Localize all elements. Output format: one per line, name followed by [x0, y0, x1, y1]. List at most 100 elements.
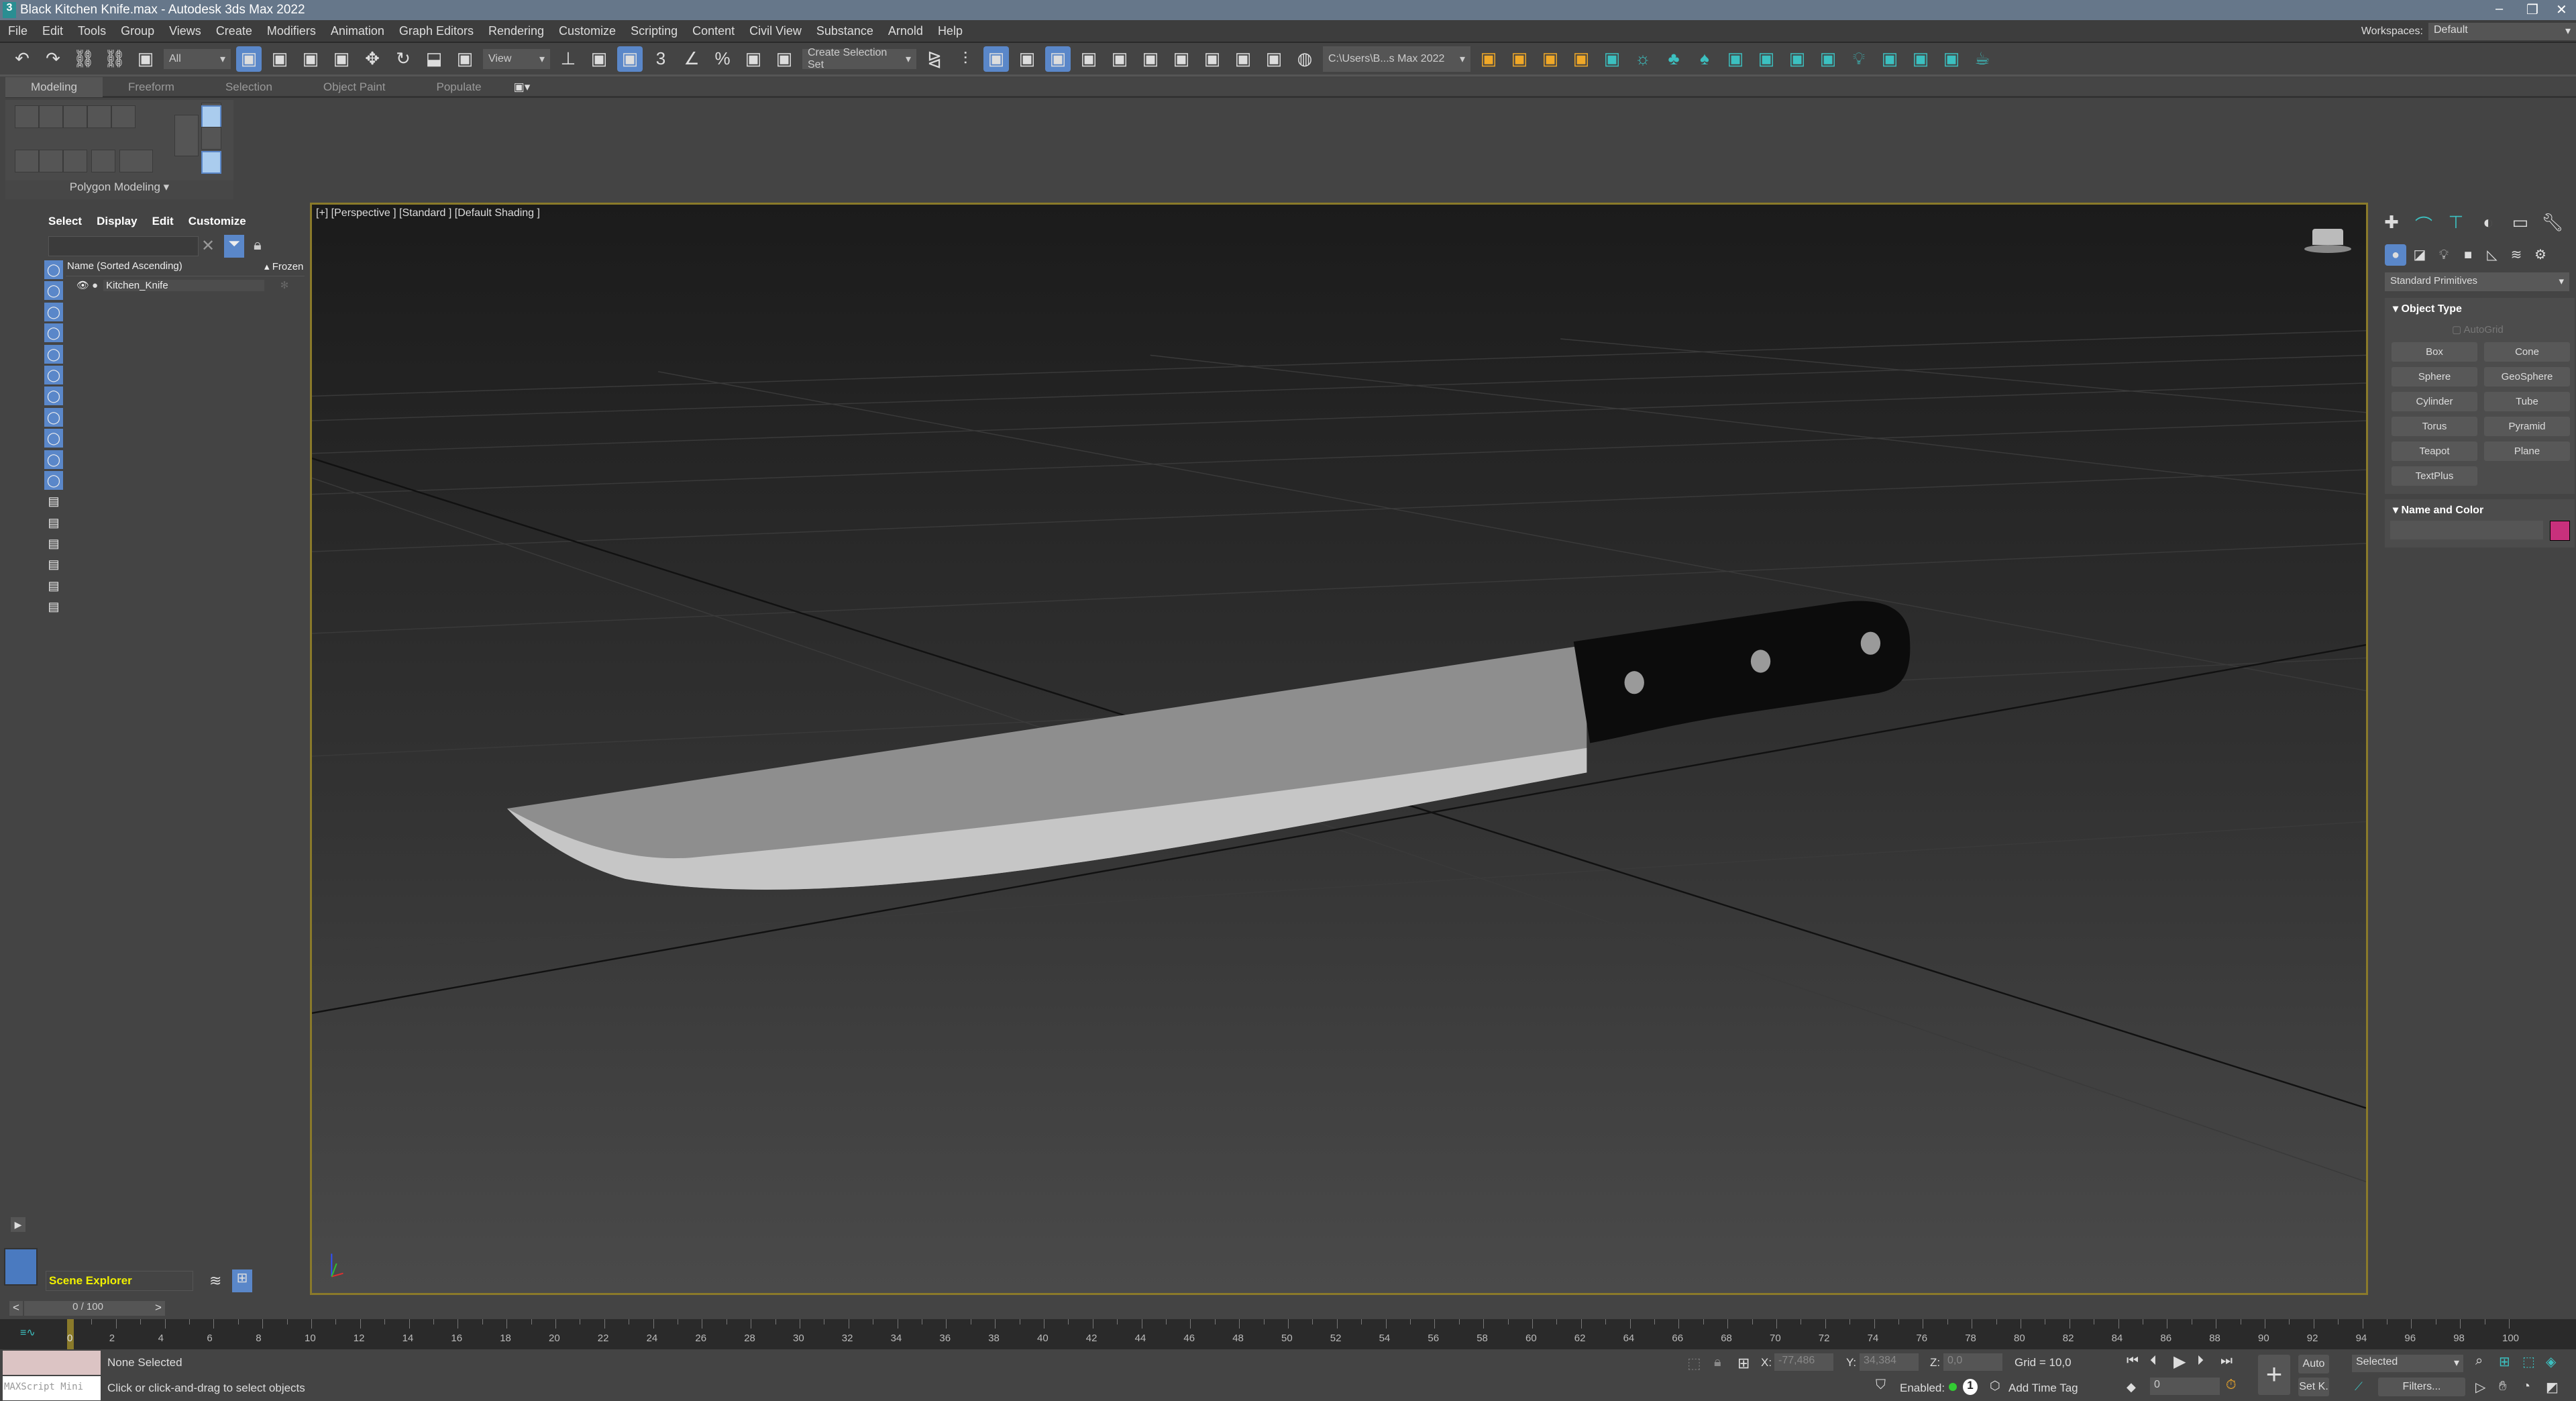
named-selection-dropdown[interactable]: Create Selection Set ▾ — [802, 47, 916, 70]
key-filters-button[interactable]: Filters... — [2378, 1378, 2465, 1396]
select-by-name-icon[interactable]: ▣ — [267, 46, 292, 72]
lights-icon[interactable]: 💡︎ — [2433, 244, 2455, 266]
create-sphere-button[interactable]: Sphere — [2392, 367, 2477, 386]
ribbon-tab-selection[interactable]: Selection — [200, 77, 298, 97]
menu-graph-editors[interactable]: Graph Editors — [399, 24, 474, 38]
pan-icon[interactable]: ✋︎ — [2499, 1379, 2506, 1394]
redo-icon[interactable]: ↷ — [40, 46, 66, 72]
display-all-icon[interactable]: ▤ — [44, 513, 63, 532]
placement-icon[interactable]: ▣ — [452, 46, 478, 72]
safe-frame-icon[interactable]: ▣ — [1908, 46, 1933, 72]
render-view-icon[interactable]: ▣ — [1723, 46, 1748, 72]
menu-content[interactable]: Content — [692, 24, 735, 38]
auto-key-button[interactable]: Auto — [2298, 1355, 2329, 1373]
rotate-icon[interactable]: ↻ — [390, 46, 416, 72]
unlink-icon[interactable]: ⛓ — [102, 46, 127, 72]
explorer-menu-customize[interactable]: Customize — [189, 215, 246, 228]
camera-icon[interactable]: ◯ — [44, 323, 63, 343]
link-icon[interactable]: ⛓ — [71, 46, 97, 72]
ribbon-tool-button[interactable] — [119, 150, 153, 172]
open-project-icon[interactable]: ▣ — [1507, 46, 1532, 72]
create-box-button[interactable]: Box — [2392, 342, 2477, 362]
menu-file[interactable]: File — [8, 24, 28, 38]
isolate-selection-icon[interactable]: ⬚ — [1687, 1355, 1701, 1372]
light-icon[interactable]: ◯ — [44, 302, 63, 321]
lock-icon[interactable]: 🔒︎ — [254, 236, 262, 254]
menu-create[interactable]: Create — [216, 24, 252, 38]
prev-key-icon[interactable]: ⏴ — [2150, 1353, 2157, 1369]
menu-modifiers[interactable]: Modifiers — [267, 24, 316, 38]
perspective-viewport[interactable]: [+] [Perspective ] [Standard ] [Default … — [310, 203, 2368, 1295]
sun-icon[interactable]: ☼ — [1630, 46, 1656, 72]
eye-icon[interactable]: 👁︎ — [76, 279, 89, 291]
ribbon-tab-object-paint[interactable]: Object Paint — [298, 77, 411, 97]
xref-icon[interactable]: ◯ — [44, 407, 63, 427]
viewport-label[interactable]: [+] [Perspective ] [Standard ] [Default … — [316, 207, 540, 219]
rollout-title[interactable]: ▾ Name and Color — [2393, 503, 2483, 517]
zoom-icon[interactable]: ⌕ — [2475, 1353, 2483, 1369]
pivot-icon[interactable]: ⊥ — [555, 46, 581, 72]
x-coordinate-field[interactable]: -77,486 — [1774, 1353, 1833, 1371]
ribbon-tool-button[interactable] — [63, 105, 87, 128]
create-teapot-button[interactable]: Teapot — [2392, 442, 2477, 461]
create-textplus-button[interactable]: TextPlus — [2392, 466, 2477, 486]
menu-group[interactable]: Group — [121, 24, 154, 38]
zoom-extents-icon[interactable]: ⬚ — [2522, 1353, 2535, 1370]
filter-icon[interactable]: ▤ — [44, 576, 63, 595]
container-icon[interactable]: ◯ — [44, 450, 63, 469]
ribbon-tool-button[interactable] — [111, 105, 136, 128]
create-icon[interactable]: ✚ — [2379, 212, 2404, 235]
menu-animation[interactable]: Animation — [331, 24, 384, 38]
time-slider-thumb[interactable]: 0 / 100 — [24, 1301, 152, 1316]
maxscript-mini-listener[interactable]: MAXScript Mini — [3, 1376, 101, 1400]
zoom-all-icon[interactable]: ⊞ — [2499, 1353, 2510, 1370]
window-crossing-icon[interactable]: ▣ — [329, 46, 354, 72]
next-key-icon[interactable]: ⏵ — [2197, 1353, 2204, 1369]
create-cone-button[interactable]: Cone — [2484, 342, 2570, 362]
geometry-icon[interactable]: ◯ — [44, 260, 63, 279]
explorer-menu-edit[interactable]: Edit — [152, 215, 174, 228]
menu-help[interactable]: Help — [938, 24, 963, 38]
expand-icon[interactable]: ▶ — [11, 1217, 25, 1232]
add-time-tag[interactable]: Add Time Tag — [2008, 1382, 2078, 1395]
undo-icon[interactable]: ↶ — [9, 46, 35, 72]
z-coordinate-field[interactable]: 0,0 — [1943, 1353, 2002, 1371]
menu-edit[interactable]: Edit — [42, 24, 63, 38]
modify-icon[interactable]: ⌒ — [2412, 212, 2436, 236]
restore-icon[interactable]: ❐ — [2526, 1, 2538, 18]
utilities-icon[interactable]: 🔧︎ — [2540, 212, 2565, 235]
field-of-view-icon[interactable]: ▷ — [2475, 1379, 2485, 1396]
menu-substance[interactable]: Substance — [816, 24, 873, 38]
reference-coord-dropdown[interactable]: View ▾ — [483, 48, 550, 69]
percent-snap-icon[interactable]: % — [710, 46, 735, 72]
ribbon-tool-button[interactable] — [63, 150, 87, 172]
systems-icon[interactable]: ⚙ — [2530, 244, 2551, 266]
menu-customize[interactable]: Customize — [559, 24, 616, 38]
create-geosphere-button[interactable]: GeoSphere — [2484, 367, 2570, 386]
cameras-icon[interactable]: ■ — [2457, 244, 2479, 266]
select-object-icon[interactable]: ▣ — [236, 46, 262, 72]
invert-icon[interactable]: ▤ — [44, 555, 63, 574]
adaptive-degradation-icon[interactable]: ⛉ — [1876, 1378, 1886, 1393]
light-mixer-icon[interactable]: ▣ — [1754, 46, 1779, 72]
motion-icon[interactable]: ◐ — [2476, 212, 2500, 235]
toggle-scene-explorer-icon[interactable]: ▣ — [983, 46, 1009, 72]
current-frame-field[interactable]: 0 — [2150, 1378, 2220, 1395]
ribbon-tool-button[interactable] — [174, 115, 199, 156]
helpers-icon[interactable]: ◺ — [2481, 244, 2503, 266]
ribbon-tool-button[interactable] — [87, 105, 111, 128]
ribbon-tab-populate[interactable]: Populate — [411, 77, 507, 97]
frame-icon[interactable]: ▣ — [1939, 46, 1964, 72]
rect-selection-icon[interactable]: ▣ — [298, 46, 323, 72]
geometry-icon[interactable]: ● — [2385, 244, 2406, 266]
arnold-camera-icon[interactable]: ▣ — [1538, 46, 1563, 72]
object-name-input[interactable] — [2390, 521, 2543, 539]
dope-sheet-icon[interactable]: ▣ — [1107, 46, 1132, 72]
create-tube-button[interactable]: Tube — [2484, 392, 2570, 411]
mirror-icon[interactable]: ⧎ — [922, 46, 947, 72]
create-cylinder-button[interactable]: Cylinder — [2392, 392, 2477, 411]
space-warps-icon[interactable]: ≋ — [2506, 244, 2527, 266]
prev-frame-button[interactable]: < — [9, 1301, 23, 1316]
explorer-search-input[interactable] — [48, 236, 199, 256]
align-icon[interactable]: ⫶ — [953, 46, 978, 72]
